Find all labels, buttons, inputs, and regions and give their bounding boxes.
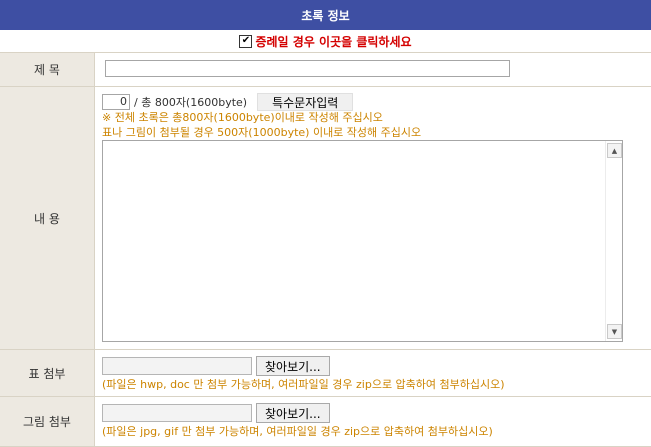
attachment-length-notice: 표나 그림이 첨부될 경우 500자(1000byte) 이내로 작성해 주십시… [102, 126, 422, 139]
section-title: 초록 정보 [301, 8, 350, 23]
image-attach-row: 그림 첨부 찾아보기... (파일은 jpg, gif 만 첨부 가능하며, 여… [0, 397, 651, 447]
title-input[interactable] [105, 60, 510, 77]
scroll-up-arrow-icon[interactable]: ▲ [607, 143, 622, 158]
textarea-scrollbar[interactable]: ▲ ▼ [605, 141, 622, 341]
image-file-line: 찾아보기... [102, 403, 330, 423]
table-file-hint: (파일은 hwp, doc 만 첨부 가능하며, 여러파일일 경우 zip으로 … [102, 378, 505, 391]
content-textarea[interactable]: ▲ ▼ [102, 140, 623, 342]
image-file-hint: (파일은 jpg, gif 만 첨부 가능하며, 여러파일일 경우 zip으로 … [102, 425, 493, 438]
title-row: 제 목 [0, 53, 651, 87]
table-browse-button[interactable]: 찾아보기... [256, 356, 330, 376]
case-checkbox-label[interactable]: 증례일 경우 이곳을 클릭하세요 [255, 33, 411, 50]
image-browse-button[interactable]: 찾아보기... [256, 403, 330, 423]
image-attach-label: 그림 첨부 [0, 397, 95, 446]
table-attach-label: 표 첨부 [0, 350, 95, 396]
content-label: 내 용 [0, 87, 95, 349]
case-checkbox[interactable]: ✔ [239, 34, 253, 48]
case-check-row: ✔ 증례일 경우 이곳을 클릭하세요 [0, 30, 651, 53]
image-file-input[interactable] [102, 404, 252, 422]
length-notice: ※ 전체 초록은 총800자(1600byte)이내로 작성해 주십시오 [102, 111, 383, 124]
section-header: 초록 정보 [0, 0, 651, 30]
char-limit-text: / 총 800자(1600byte) [134, 96, 248, 109]
scroll-down-arrow-icon[interactable]: ▼ [607, 324, 622, 339]
table-file-line: 찾아보기... [102, 356, 330, 376]
table-attach-row: 표 첨부 찾아보기... (파일은 hwp, doc 만 첨부 가능하며, 여러… [0, 350, 651, 397]
content-row: 내 용 0 / 총 800자(1600byte) 특수문자입력 ※ 전체 초록은… [0, 87, 651, 350]
table-file-input[interactable] [102, 357, 252, 375]
char-counter: 0 [102, 94, 130, 110]
title-label: 제 목 [0, 53, 95, 86]
